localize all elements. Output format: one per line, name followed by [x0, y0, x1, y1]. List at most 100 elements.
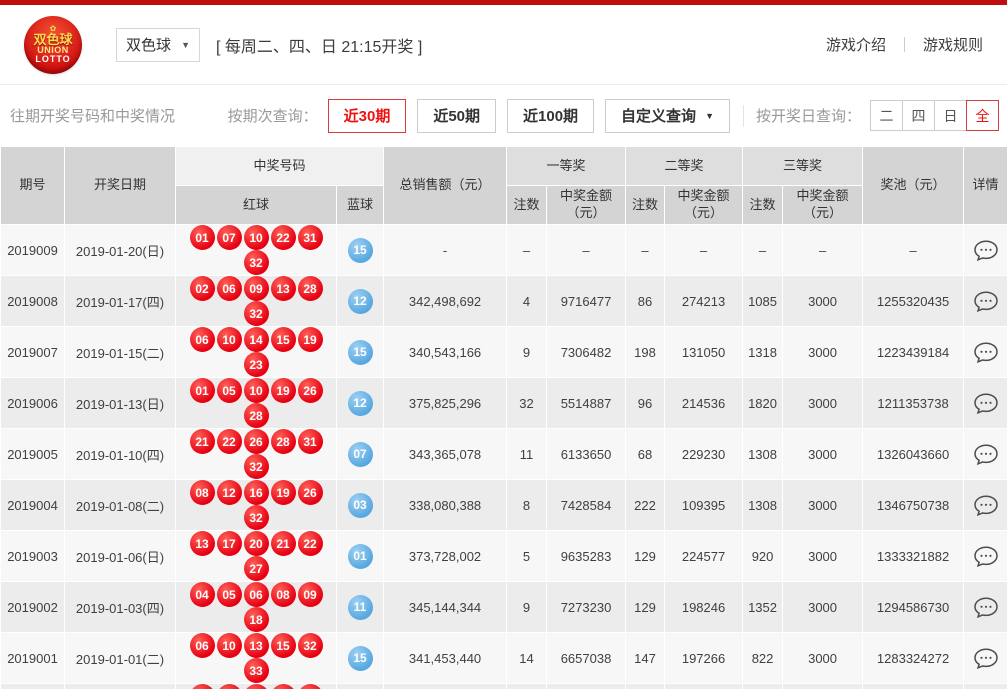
red-balls-cell: 131720212227: [176, 531, 337, 582]
pool-cell: –: [863, 225, 964, 276]
period-cell: 2019009: [1, 225, 65, 276]
recent-50-button[interactable]: 近50期: [417, 99, 496, 133]
sales-cell: 363,663,410: [384, 684, 507, 689]
detail-comment-button[interactable]: [974, 342, 998, 363]
date-cell: 2019-01-08(二): [65, 480, 176, 531]
sales-cell: 373,728,002: [384, 531, 507, 582]
red-ball: 07: [217, 684, 242, 689]
blue-ball-cell: 03: [337, 480, 384, 531]
col-red-balls: 红球: [176, 186, 337, 225]
red-ball: 14: [244, 327, 269, 352]
red-ball: 26: [298, 378, 323, 403]
red-ball: 21: [271, 531, 296, 556]
blue-ball-cell: 11: [337, 684, 384, 689]
filter-controls: 按期次查询： 近30期近50期近100期自定义查询▼ 按开奖日查询： 二四日全: [228, 99, 999, 133]
detail-cell: [964, 684, 1007, 689]
red-ball: 01: [190, 684, 215, 689]
table-row: 20181532018-12-30(日)01071723253111363,66…: [1, 684, 1007, 689]
link-game-rules[interactable]: 游戏规则: [923, 34, 983, 55]
first-prize-count-cell: 4: [507, 276, 547, 327]
detail-cell: [964, 531, 1007, 582]
day-thursday-button[interactable]: 四: [902, 100, 935, 131]
red-ball: 22: [217, 429, 242, 454]
second-prize-amount-cell: 131050: [665, 327, 743, 378]
date-cell: 2019-01-10(四): [65, 429, 176, 480]
blue-ball: 11: [348, 595, 373, 620]
union-lotto-logo: ✿ 双色球 UNION LOTTO: [24, 16, 82, 74]
period-cell: 2019003: [1, 531, 65, 582]
first-prize-amount-cell: 9635283: [547, 531, 626, 582]
logo-title: 双色球: [33, 33, 72, 46]
detail-comment-button[interactable]: [974, 291, 998, 312]
third-prize-count-cell: 1085: [743, 276, 783, 327]
col-sales: 总销售额（元）: [384, 147, 507, 225]
day-query-label: 按开奖日查询：: [756, 105, 861, 126]
red-ball: 20: [244, 531, 269, 556]
detail-comment-button[interactable]: [974, 393, 998, 414]
day-sunday-button[interactable]: 日: [934, 100, 967, 131]
col-amount-2: 中奖金额（元）: [665, 186, 743, 225]
third-prize-count-cell: 1259: [743, 684, 783, 689]
period-cell: 2019007: [1, 327, 65, 378]
red-ball: 13: [190, 531, 215, 556]
day-tuesday-button[interactable]: 二: [870, 100, 903, 131]
game-select[interactable]: 双色球 ▼: [116, 28, 200, 62]
links-divider: [904, 37, 905, 52]
table-row: 20190012019-01-01(二)06101315323315341,45…: [1, 633, 1007, 684]
red-ball: 02: [190, 276, 215, 301]
period-cell: 2019006: [1, 378, 65, 429]
link-game-intro[interactable]: 游戏介绍: [826, 34, 886, 55]
first-prize-amount-cell: 9716477: [547, 276, 626, 327]
first-prize-count-cell: 8: [507, 480, 547, 531]
detail-comment-button[interactable]: [974, 444, 998, 465]
col-pool: 奖池（元）: [863, 147, 964, 225]
detail-comment-button[interactable]: [974, 546, 998, 567]
red-ball: 04: [190, 582, 215, 607]
recent-100-button[interactable]: 近100期: [507, 99, 594, 133]
results-table: 期号 开奖日期 中奖号码 总销售额（元） 一等奖 二等奖 三等奖 奖池（元） 详…: [0, 146, 1007, 689]
third-prize-amount-cell: 3000: [783, 684, 863, 689]
detail-comment-button[interactable]: [974, 648, 998, 669]
third-prize-amount-cell: 3000: [783, 633, 863, 684]
first-prize-count-cell: –: [507, 225, 547, 276]
pool-cell: 1223439184: [863, 327, 964, 378]
detail-cell: [964, 429, 1007, 480]
second-prize-count-cell: 129: [626, 531, 665, 582]
detail-comment-button[interactable]: [974, 240, 998, 261]
date-cell: 2019-01-17(四): [65, 276, 176, 327]
recent-30-button[interactable]: 近30期: [328, 99, 407, 133]
red-balls-cell: 010510192628: [176, 378, 337, 429]
red-ball: 06: [244, 582, 269, 607]
table-row: 20190042019-01-08(二)08121619263203338,08…: [1, 480, 1007, 531]
detail-comment-button[interactable]: [974, 495, 998, 516]
red-ball: 05: [217, 582, 242, 607]
sales-cell: 375,825,296: [384, 378, 507, 429]
col-amount-3: 中奖金额（元）: [783, 186, 863, 225]
second-prize-count-cell: 96: [626, 378, 665, 429]
third-prize-count-cell: 822: [743, 633, 783, 684]
first-prize-amount-cell: 5514887: [547, 378, 626, 429]
detail-comment-button[interactable]: [974, 597, 998, 618]
comment-bubble-icon: [974, 342, 998, 363]
red-ball: 32: [244, 505, 269, 530]
red-ball: 01: [190, 378, 215, 403]
red-ball: 23: [271, 684, 296, 689]
col-count-3: 注数: [743, 186, 783, 225]
day-all-button[interactable]: 全: [966, 100, 999, 131]
comment-bubble-icon: [974, 393, 998, 414]
table-row: 20190082019-01-17(四)02060913283212342,49…: [1, 276, 1007, 327]
third-prize-count-cell: 1318: [743, 327, 783, 378]
red-ball: 15: [271, 633, 296, 658]
custom-query-button[interactable]: 自定义查询▼: [605, 99, 730, 133]
red-balls-cell: 081216192632: [176, 480, 337, 531]
red-ball: 06: [190, 633, 215, 658]
first-prize-count-cell: 9: [507, 582, 547, 633]
second-prize-amount-cell: 224577: [665, 531, 743, 582]
third-prize-amount-cell: 3000: [783, 582, 863, 633]
red-ball: 23: [244, 352, 269, 377]
period-cell: 2019004: [1, 480, 65, 531]
filter-divider: [743, 105, 744, 127]
first-prize-count-cell: 4: [507, 684, 547, 689]
period-cell: 2019002: [1, 582, 65, 633]
red-ball: 13: [244, 633, 269, 658]
